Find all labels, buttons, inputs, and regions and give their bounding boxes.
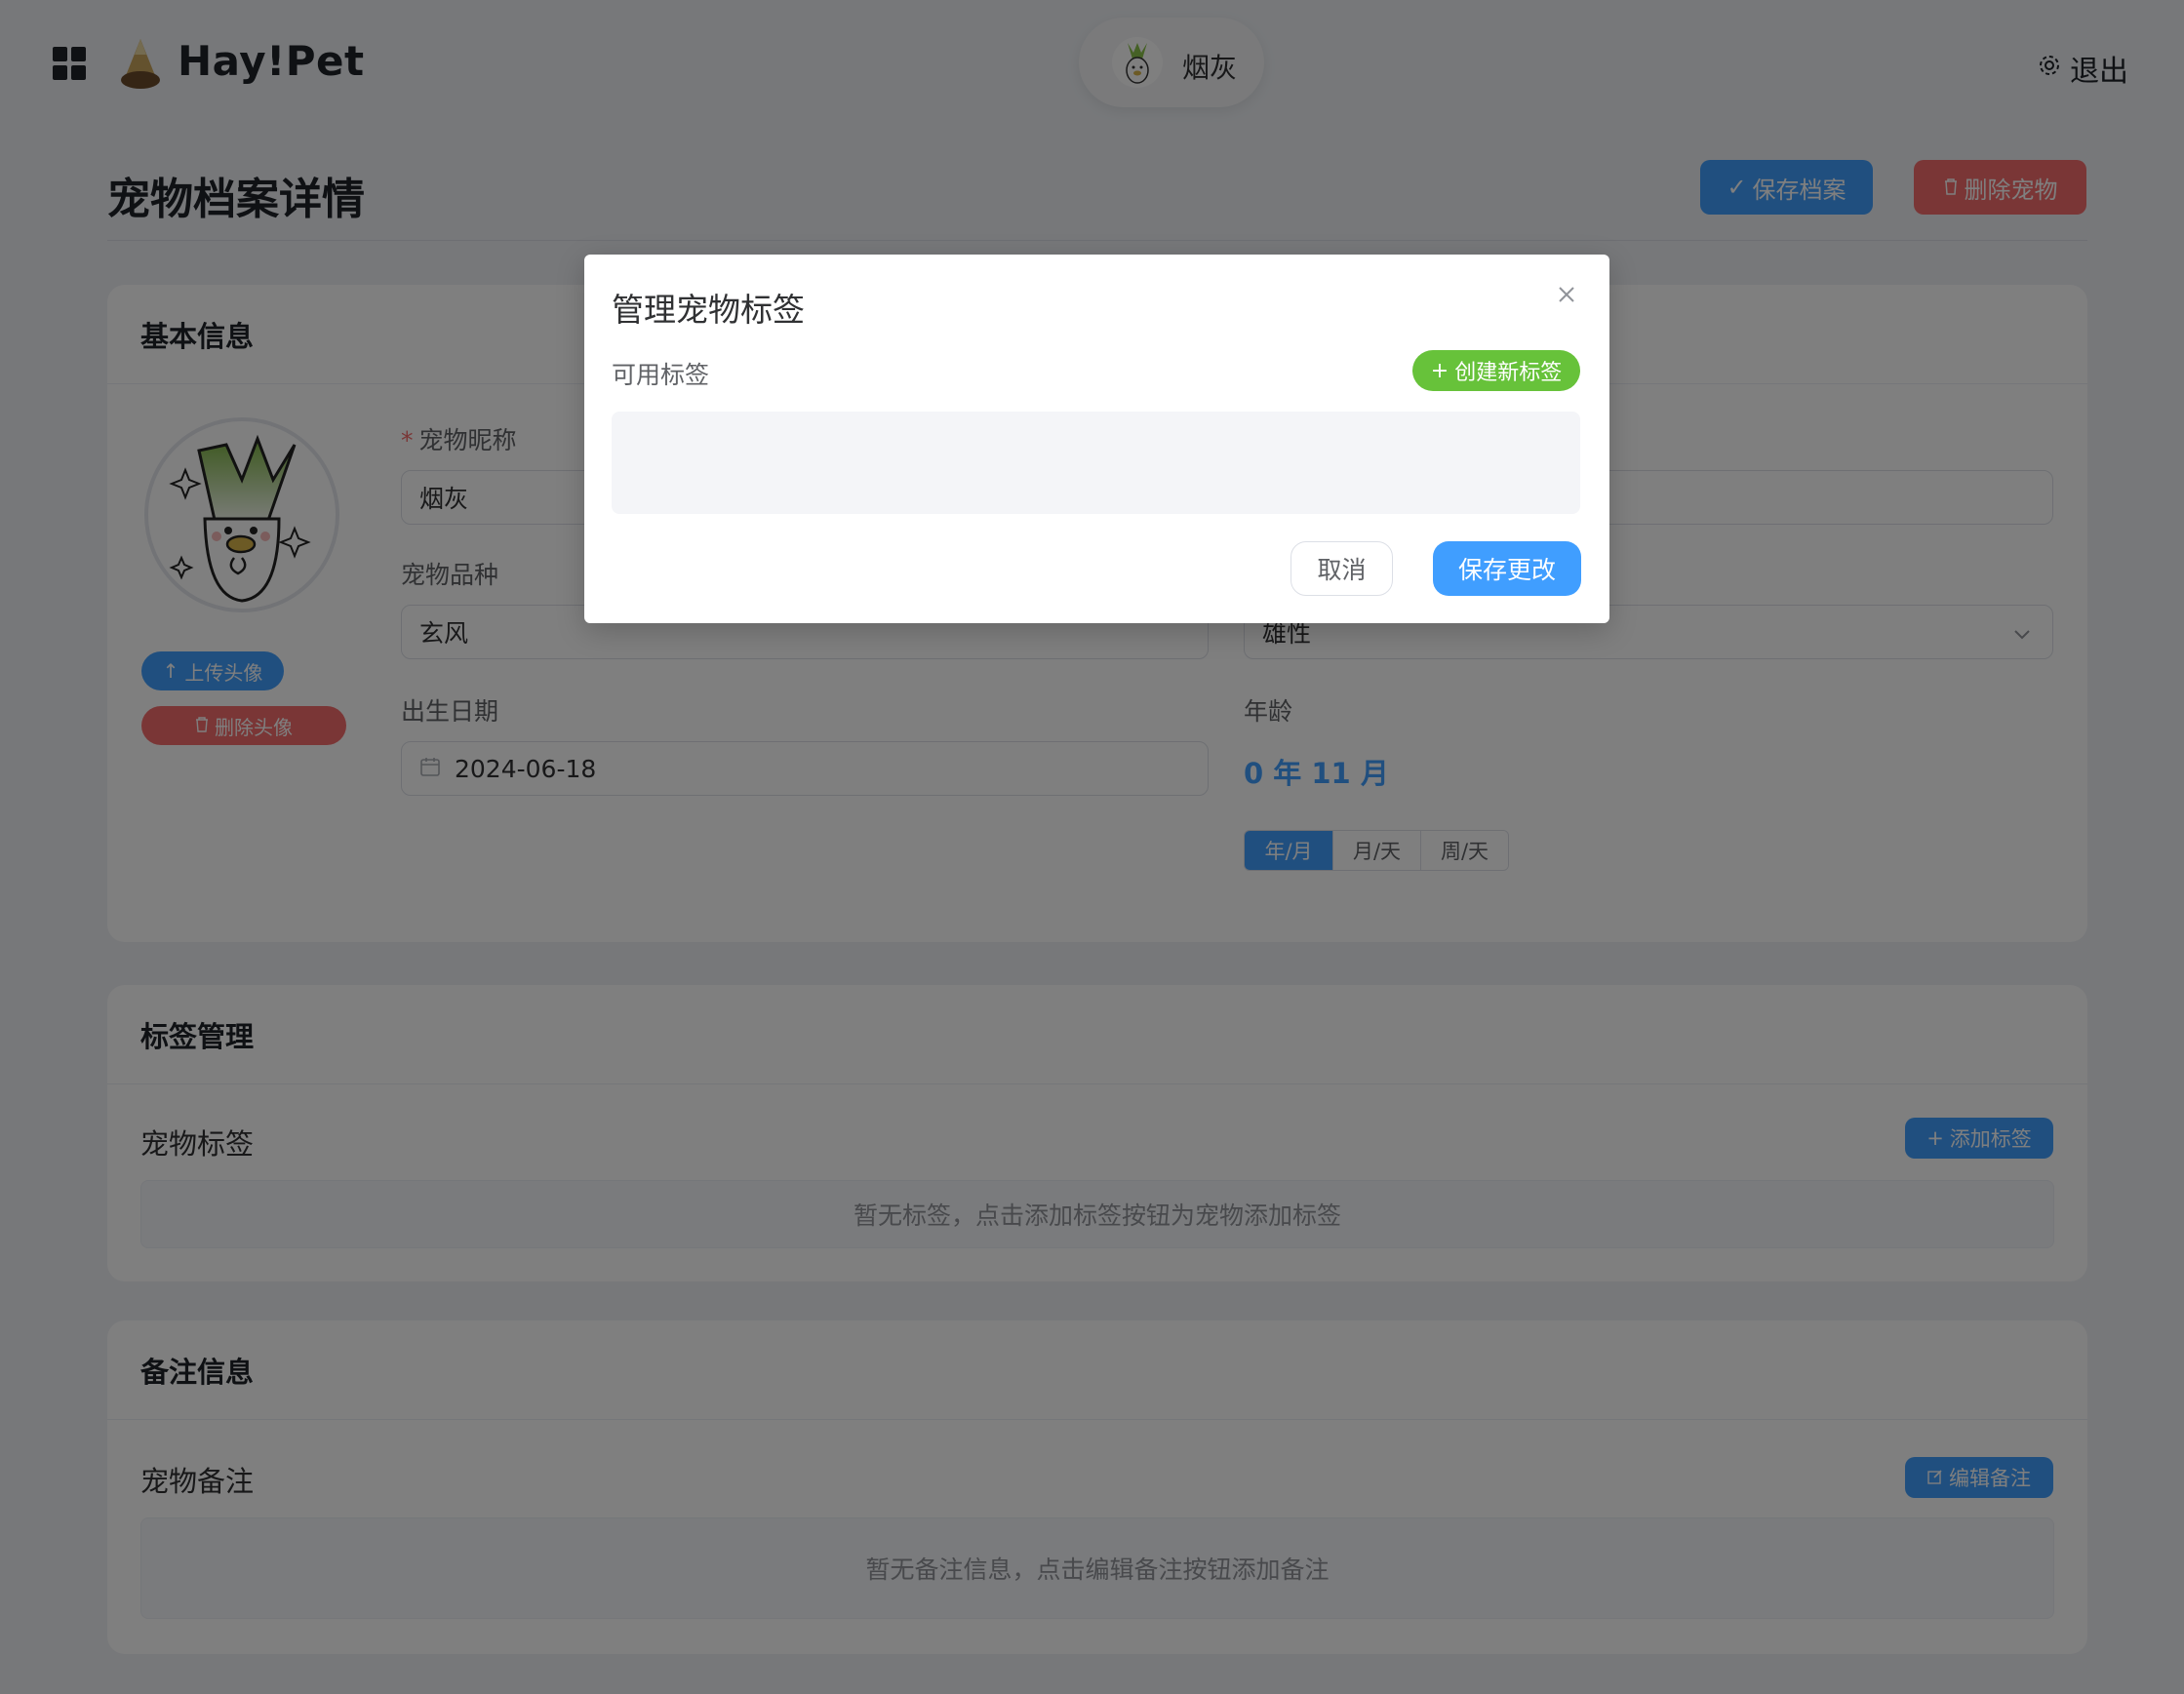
save-changes-button[interactable]: 保存更改	[1433, 541, 1581, 596]
cancel-button[interactable]: 取消	[1291, 541, 1393, 596]
create-tag-button[interactable]: + 创建新标签	[1412, 350, 1580, 391]
plus-icon: +	[1430, 358, 1449, 383]
close-icon[interactable]	[1552, 280, 1581, 309]
manage-tags-dialog: 管理宠物标签 可用标签 + 创建新标签 取消 保存更改	[584, 255, 1609, 623]
create-tag-label: 创建新标签	[1454, 361, 1563, 385]
available-tags-label: 可用标签	[612, 361, 710, 389]
dialog-title: 管理宠物标签	[612, 291, 805, 329]
available-tags-area	[612, 412, 1580, 514]
